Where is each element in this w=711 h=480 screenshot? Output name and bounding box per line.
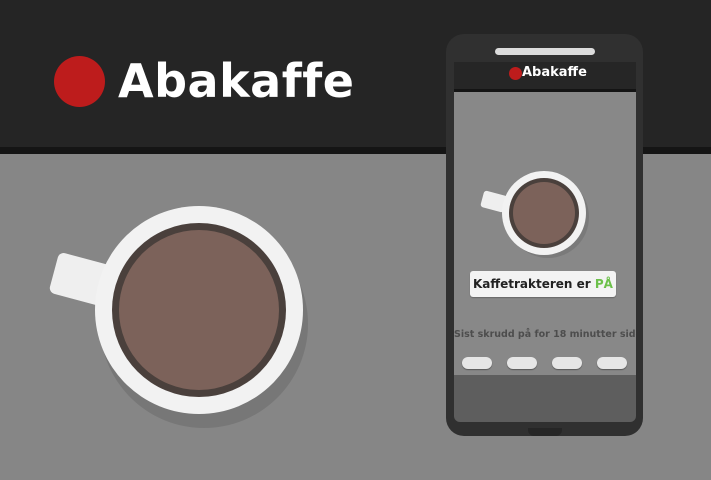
phone-speaker	[495, 48, 595, 55]
phone-bottom-notch	[528, 428, 562, 436]
app-logo-dot-icon	[509, 67, 522, 80]
logo-dot-icon	[54, 56, 105, 107]
app-title: Abakaffe	[522, 65, 587, 80]
status-text: Kaffetrakteren er	[473, 277, 591, 291]
app-header-divider	[454, 89, 636, 92]
phone-bottom-bezel	[454, 375, 636, 422]
phone-screen: Abakaffe Kaffetrakteren er PÅ Sist skrud…	[454, 62, 636, 375]
status-state: PÅ	[594, 277, 613, 291]
large-coffee-cup-icon	[49, 206, 308, 428]
small-coffee-surface	[513, 182, 575, 244]
phone-soft-button-1[interactable]	[462, 357, 492, 369]
phone-soft-button-3[interactable]	[552, 357, 582, 369]
last-brew-text: Sist skrudd på for 18 minutter siden.	[454, 329, 636, 340]
small-coffee-cup-icon	[480, 171, 589, 258]
brand-title: Abakaffe	[118, 54, 355, 108]
brewer-status-badge: Kaffetrakteren er PÅ	[470, 271, 616, 297]
coffee-surface	[119, 230, 279, 390]
phone-soft-button-4[interactable]	[597, 357, 627, 369]
phone-soft-button-2[interactable]	[507, 357, 537, 369]
